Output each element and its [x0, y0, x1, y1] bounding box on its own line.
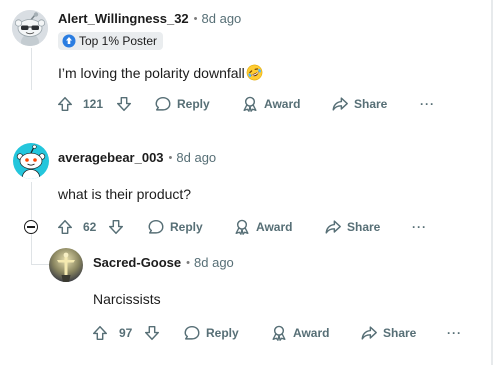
share-label: Share	[383, 326, 417, 340]
vote-count: 62	[83, 220, 97, 234]
downvote-button[interactable]	[143, 323, 161, 343]
share-label: Share	[347, 220, 381, 234]
separator-dot: •	[193, 12, 198, 25]
timestamp[interactable]: 8d ago	[176, 150, 216, 165]
collapse-thread-button[interactable]	[24, 220, 38, 234]
comment-text: Narcissists	[93, 291, 161, 307]
upvote-button[interactable]	[91, 323, 109, 343]
award-label: Award	[293, 326, 330, 340]
upvote-arrow-icon	[92, 325, 108, 341]
flair-label: Top 1% Poster	[79, 34, 158, 48]
comment-text: I’m loving the polarity downfall	[58, 64, 263, 81]
top-poster-icon	[62, 34, 76, 48]
upvote-arrow-icon	[57, 96, 73, 112]
separator-dot: •	[186, 256, 191, 269]
more-options-button[interactable]: ···	[447, 323, 462, 343]
comment-actions: 97 Reply Award Share ···	[91, 323, 471, 343]
reply-label: Reply	[177, 97, 210, 111]
more-options-button[interactable]: ···	[412, 217, 427, 237]
award-button[interactable]: Award	[241, 94, 300, 114]
downvote-arrow-icon	[144, 325, 160, 341]
comment-meta: averagebear_003 • 8d ago	[58, 150, 216, 165]
share-button[interactable]: Share	[324, 217, 380, 237]
thread-line	[31, 264, 49, 265]
comment-meta: Sacred-Goose • 8d ago	[93, 255, 234, 270]
username[interactable]: Sacred-Goose	[93, 255, 181, 270]
snoo-avatar-icon	[12, 10, 48, 46]
share-arrow-icon	[332, 97, 348, 111]
user-flair: Top 1% Poster	[58, 32, 164, 50]
share-arrow-icon	[325, 220, 341, 234]
comment-text: what is their product?	[58, 186, 192, 202]
comment-bubble-icon	[148, 219, 164, 234]
share-button[interactable]: Share	[360, 323, 416, 343]
downvote-button[interactable]	[107, 217, 125, 237]
downvote-arrow-icon	[116, 96, 132, 112]
award-button[interactable]: Award	[270, 323, 329, 343]
share-label: Share	[354, 97, 388, 111]
award-icon	[235, 219, 249, 235]
separator-dot: •	[168, 151, 173, 164]
comment-actions: 62 Reply Award Share ···	[56, 217, 436, 237]
award-label: Award	[264, 97, 301, 111]
upvote-button[interactable]	[56, 94, 74, 114]
username[interactable]: Alert_Willingness_32	[58, 11, 189, 26]
snoo-avatar-icon	[13, 143, 49, 179]
downvote-arrow-icon	[108, 219, 124, 235]
thread-line	[31, 48, 32, 90]
more-options-button[interactable]: ···	[420, 94, 435, 114]
comment-meta: Alert_Willingness_32 • 8d ago	[58, 11, 241, 26]
share-arrow-icon	[361, 326, 377, 340]
avatar[interactable]	[12, 10, 48, 46]
reply-label: Reply	[206, 326, 239, 340]
comment-actions: 121 Reply Award Share ···	[56, 94, 436, 114]
award-icon	[272, 325, 286, 341]
timestamp[interactable]: 8d ago	[194, 255, 234, 270]
upvote-arrow-icon	[57, 219, 73, 235]
vote-count: 97	[119, 326, 133, 340]
timestamp[interactable]: 8d ago	[202, 11, 242, 26]
award-label: Award	[256, 220, 293, 234]
avatar[interactable]	[13, 143, 49, 179]
comment-bubble-icon	[184, 325, 200, 340]
rolling-on-floor-laughing-emoji-icon	[246, 64, 263, 81]
downvote-button[interactable]	[115, 94, 133, 114]
thread-line	[31, 182, 32, 222]
upvote-button[interactable]	[56, 217, 74, 237]
award-icon	[243, 96, 257, 112]
thread-line	[31, 234, 32, 264]
avatar[interactable]	[49, 248, 83, 282]
share-button[interactable]: Share	[331, 94, 387, 114]
reply-label: Reply	[170, 220, 203, 234]
reply-button[interactable]: Reply	[154, 94, 210, 114]
award-button[interactable]: Award	[233, 217, 292, 237]
profile-photo-icon	[49, 248, 83, 282]
comment-bubble-icon	[155, 96, 171, 111]
reply-button[interactable]: Reply	[147, 217, 203, 237]
reply-button[interactable]: Reply	[183, 323, 239, 343]
username[interactable]: averagebear_003	[58, 150, 164, 165]
vote-count: 121	[83, 97, 104, 111]
